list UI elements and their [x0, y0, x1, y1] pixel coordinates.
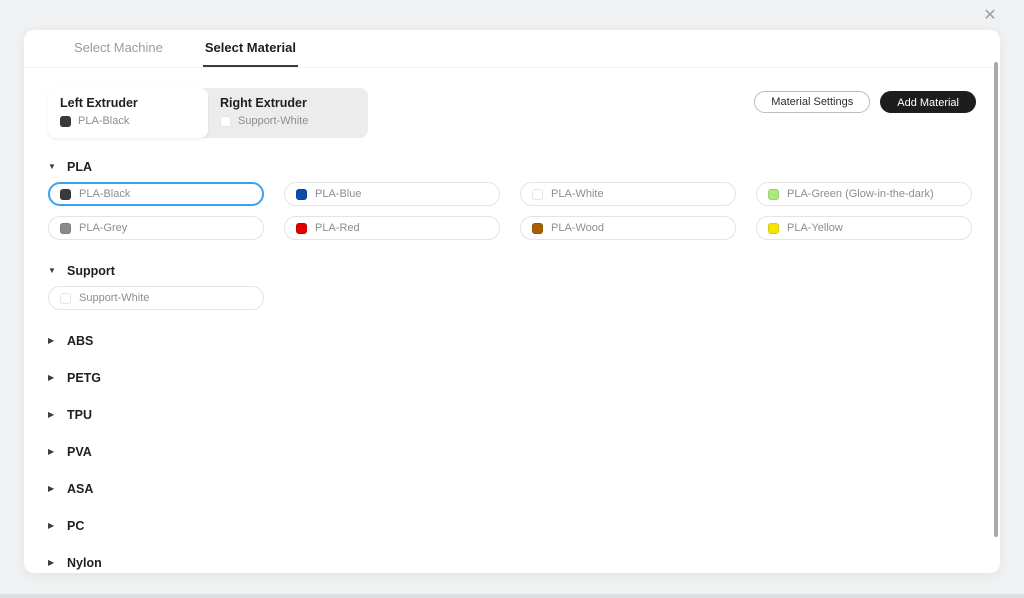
section-pla: ▼ PLA PLA-Black PLA-Blue PLA-White PLA-G… — [48, 160, 976, 240]
material-chip-pla-yellow[interactable]: PLA-Yellow — [756, 216, 972, 240]
section-header-support[interactable]: ▼ Support — [48, 264, 976, 278]
material-swatch — [60, 188, 71, 200]
section-nylon: ▶ Nylon — [48, 556, 976, 570]
top-row: Left Extruder PLA-Black Right Extruder S… — [48, 88, 976, 138]
material-label: PLA-White — [551, 188, 604, 200]
left-extruder-card[interactable]: Left Extruder PLA-Black — [48, 88, 208, 138]
toolbar: Material Settings Add Material — [754, 91, 976, 113]
tab-select-machine[interactable]: Select Machine — [72, 30, 165, 67]
material-label: PLA-Wood — [551, 222, 604, 234]
right-extruder-material-label: Support-White — [238, 115, 309, 127]
right-extruder-card[interactable]: Right Extruder Support-White — [208, 88, 368, 138]
material-chip-pla-blue[interactable]: PLA-Blue — [284, 182, 500, 206]
pla-material-grid: PLA-Black PLA-Blue PLA-White PLA-Green (… — [48, 182, 976, 240]
section-title-petg: PETG — [67, 371, 102, 385]
tab-bar: Select Machine Select Material — [24, 30, 1000, 68]
material-swatch — [768, 188, 779, 200]
section-header-nylon[interactable]: ▶ Nylon — [48, 556, 976, 570]
section-header-tpu[interactable]: ▶ TPU — [48, 408, 976, 422]
chevron-right-icon: ▶ — [48, 521, 55, 530]
material-label: PLA-Blue — [315, 188, 362, 200]
material-swatch — [296, 188, 307, 200]
section-abs: ▶ ABS — [48, 334, 976, 348]
material-chip-support-white[interactable]: Support-White — [48, 286, 264, 310]
material-chip-pla-grey[interactable]: PLA-Grey — [48, 216, 264, 240]
section-support: ▼ Support Support-White — [48, 264, 976, 310]
section-asa: ▶ ASA — [48, 482, 976, 496]
material-chip-pla-red[interactable]: PLA-Red — [284, 216, 500, 240]
material-chip-pla-wood[interactable]: PLA-Wood — [520, 216, 736, 240]
section-title-tpu: TPU — [67, 408, 92, 422]
material-settings-button[interactable]: Material Settings — [754, 91, 871, 113]
chevron-right-icon: ▶ — [48, 336, 55, 345]
collapsed-sections: ▶ ABS ▶ PETG ▶ TPU ▶ PVA ▶ ASA ▶ PC ▶ Ny… — [48, 334, 976, 570]
chevron-right-icon: ▶ — [48, 447, 55, 456]
material-swatch — [532, 188, 543, 200]
chevron-right-icon: ▶ — [48, 484, 55, 493]
section-title-asa: ASA — [67, 482, 94, 496]
material-label: PLA-Black — [79, 188, 131, 200]
material-label: PLA-Grey — [79, 222, 128, 234]
material-label: PLA-Red — [315, 222, 360, 234]
right-extruder-title: Right Extruder — [220, 96, 307, 110]
left-extruder-swatch — [60, 115, 71, 127]
section-tpu: ▶ TPU — [48, 408, 976, 422]
section-header-abs[interactable]: ▶ ABS — [48, 334, 976, 348]
material-label: Support-White — [79, 292, 150, 304]
material-chip-pla-white[interactable]: PLA-White — [520, 182, 736, 206]
material-label: PLA-Green (Glow-in-the-dark) — [787, 188, 934, 200]
chevron-right-icon: ▶ — [48, 558, 55, 567]
section-header-petg[interactable]: ▶ PETG — [48, 371, 976, 385]
close-icon[interactable]: ✕ — [980, 6, 1000, 26]
section-title-nylon: Nylon — [67, 556, 102, 570]
material-swatch — [60, 222, 71, 234]
material-swatch — [60, 292, 71, 304]
left-extruder-material-label: PLA-Black — [78, 115, 130, 127]
material-chip-pla-green[interactable]: PLA-Green (Glow-in-the-dark) — [756, 182, 972, 206]
material-chip-pla-black[interactable]: PLA-Black — [48, 182, 264, 206]
vertical-scrollbar[interactable] — [994, 62, 998, 537]
section-header-asa[interactable]: ▶ ASA — [48, 482, 976, 496]
section-pc: ▶ PC — [48, 519, 976, 533]
section-petg: ▶ PETG — [48, 371, 976, 385]
section-title-pva: PVA — [67, 445, 92, 459]
section-header-pc[interactable]: ▶ PC — [48, 519, 976, 533]
chevron-right-icon: ▶ — [48, 410, 55, 419]
section-title-pla: PLA — [67, 160, 92, 174]
bottom-edge — [0, 594, 1024, 598]
dialog-content: Left Extruder PLA-Black Right Extruder S… — [24, 68, 1000, 570]
add-material-button[interactable]: Add Material — [880, 91, 976, 113]
right-extruder-material: Support-White — [220, 115, 356, 127]
extruder-selector: Left Extruder PLA-Black Right Extruder S… — [48, 88, 368, 138]
material-dialog: Select Machine Select Material Left Extr… — [24, 30, 1000, 573]
section-pva: ▶ PVA — [48, 445, 976, 459]
chevron-down-icon: ▼ — [48, 162, 56, 171]
section-header-pva[interactable]: ▶ PVA — [48, 445, 976, 459]
material-swatch — [768, 222, 779, 234]
material-swatch — [532, 222, 543, 234]
material-swatch — [296, 222, 307, 234]
section-title-pc: PC — [67, 519, 85, 533]
section-title-support: Support — [67, 264, 115, 278]
support-material-grid: Support-White — [48, 286, 976, 310]
tab-select-material[interactable]: Select Material — [202, 30, 298, 67]
section-header-pla[interactable]: ▼ PLA — [48, 160, 976, 174]
left-extruder-material: PLA-Black — [60, 115, 196, 127]
right-extruder-swatch — [220, 115, 231, 127]
material-label: PLA-Yellow — [787, 222, 843, 234]
chevron-right-icon: ▶ — [48, 373, 55, 382]
section-title-abs: ABS — [67, 334, 94, 348]
left-extruder-title: Left Extruder — [60, 96, 138, 110]
chevron-down-icon: ▼ — [48, 266, 56, 275]
